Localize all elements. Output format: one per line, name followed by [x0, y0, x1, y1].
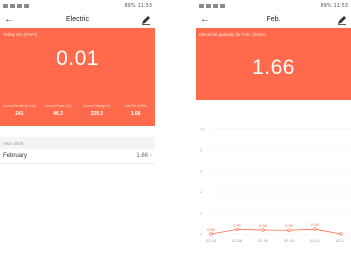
data-point	[313, 227, 317, 231]
data-point	[235, 227, 239, 232]
x-tick-label: 02-11	[310, 238, 321, 243]
data-point	[261, 228, 265, 232]
notification-icons	[199, 3, 225, 8]
clock: 11:53	[137, 2, 152, 9]
electric-screen: 89% 11:53 ← Electric Today Ele (KWH) 0.0…	[0, 0, 155, 265]
data-point	[209, 232, 213, 236]
notification-icons	[3, 3, 29, 8]
month-row-february[interactable]: February 1.66 ›	[0, 149, 155, 164]
data-label: 0.44	[233, 222, 242, 227]
data-label: 0.00	[207, 227, 216, 232]
series-line	[210, 228, 342, 235]
data-label: 0.38	[259, 223, 268, 228]
data-point	[339, 232, 343, 236]
x-tick-label: 02-04	[206, 238, 217, 243]
stat-current-power: Current Power (W) 46.2	[44, 104, 72, 117]
year-header: Year 2019	[0, 137, 155, 149]
back-arrow-icon[interactable]: ←	[200, 14, 214, 25]
stat-total-ele: Total Ele (KWH) 1.66	[124, 104, 147, 117]
month-summary-card: Electrical quantity for Feb. (KWH) 1.66	[196, 28, 351, 100]
system-icons: 89% 11:53	[124, 3, 152, 9]
stat-current-voltage: Current Voltage (V) 229.2	[83, 104, 111, 117]
x-tick-label: 02-10	[284, 238, 295, 243]
today-summary-card: Today Ele (KWH) 0.01 Current Electricity…	[0, 28, 155, 126]
page-title: Electric	[66, 16, 89, 23]
x-tick-label: 02-09	[258, 238, 269, 243]
y-tick-label: 0	[200, 232, 203, 237]
x-tick-label: 02-08	[232, 238, 243, 243]
data-label: 0.46	[311, 222, 320, 227]
system-icons: 89% 11:53	[320, 3, 348, 9]
battery-level: 89%	[320, 2, 332, 9]
month-value: 1.66	[136, 153, 148, 159]
status-bar: 89% 11:53	[196, 0, 351, 11]
y-tick-label: 10	[200, 127, 205, 132]
month-label: February	[3, 153, 28, 159]
today-value: 0.01	[56, 47, 99, 70]
y-tick-label: 4	[200, 190, 203, 195]
y-tick-label: 2	[200, 211, 203, 216]
stats-row: Current Electricity (mA) 241 Current Pow…	[0, 104, 155, 117]
feb-screen: 89% 11:53 ← Feb. Electrical quantity for…	[196, 0, 351, 265]
chevron-right-icon: ›	[150, 153, 152, 159]
y-tick-label: 8	[200, 148, 203, 153]
clock: 11:53	[333, 2, 348, 9]
pen-icon[interactable]	[137, 15, 151, 25]
app-bar: ← Feb.	[196, 11, 351, 28]
daily-usage-chart: 10 8 6 4 2 0 0.00 02-04 0.44 02-08 0.38 02-09 0.36 02…	[200, 127, 351, 243]
data-point	[287, 228, 291, 232]
status-bar: 89% 11:53	[0, 0, 155, 11]
x-tick-label: 02-1	[336, 238, 345, 243]
app-bar: ← Electric	[0, 11, 155, 28]
page-title: Feb.	[266, 16, 281, 23]
quantity-label: Electrical quantity for Feb. (KWH)	[199, 32, 266, 37]
battery-level: 89%	[124, 2, 136, 9]
today-label: Today Ele (KWH)	[3, 32, 38, 37]
y-tick-label: 6	[200, 169, 203, 174]
stat-current-electricity: Current Electricity (mA) 241	[2, 104, 36, 117]
quantity-value: 1.66	[252, 56, 295, 79]
data-label: 0.36	[285, 223, 294, 228]
back-arrow-icon[interactable]: ←	[4, 14, 18, 25]
pen-icon[interactable]	[333, 15, 347, 25]
